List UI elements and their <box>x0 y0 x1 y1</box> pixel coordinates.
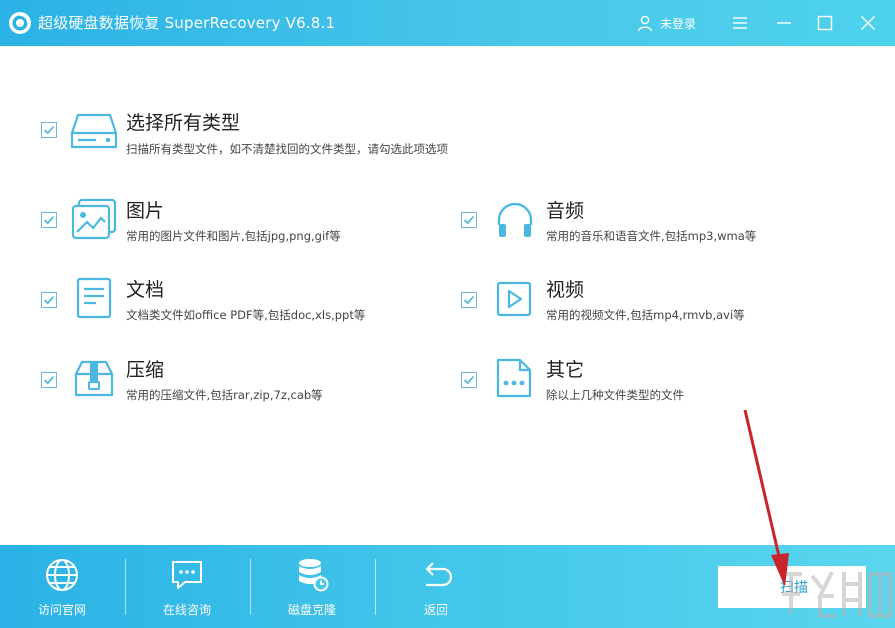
login-status-label: 未登录 <box>660 16 697 31</box>
archive-icon <box>74 360 114 397</box>
option-desc-other: 除以上几种文件类型的文件 <box>546 388 684 402</box>
online-consult-label: 在线咨询 <box>162 603 211 617</box>
toolbar-divider <box>250 559 251 615</box>
back-arrow-icon <box>425 562 453 587</box>
more-file-icon <box>496 358 532 398</box>
checkmark-icon <box>463 215 475 225</box>
visit-website-button[interactable]: 访问官网 <box>2 545 122 628</box>
image-icon <box>71 198 117 240</box>
login-button[interactable]: 未登录 <box>636 12 696 34</box>
option-title-other: 其它 <box>546 359 585 381</box>
app-logo-icon <box>9 12 31 34</box>
back-label: 返回 <box>423 603 448 617</box>
minimize-icon <box>777 22 791 24</box>
option-title-archive: 压缩 <box>126 359 165 381</box>
checkmark-icon <box>463 295 475 305</box>
disk-clone-label: 磁盘克隆 <box>287 603 336 617</box>
checkmark-icon <box>463 375 475 385</box>
minimize-button[interactable] <box>772 11 796 35</box>
checkbox-audio[interactable] <box>461 212 477 228</box>
database-icon <box>299 559 329 592</box>
hard-drive-icon <box>70 113 118 149</box>
menu-icon <box>733 17 747 29</box>
option-desc-video: 常用的视频文件,包括mp4,rmvb,avi等 <box>546 308 745 322</box>
option-desc-image: 常用的图片文件和图片,包括jpg,png,gif等 <box>126 229 341 243</box>
close-button[interactable] <box>856 11 880 35</box>
online-consult-button[interactable]: 在线咨询 <box>127 545 247 628</box>
user-icon <box>637 15 653 32</box>
maximize-button[interactable] <box>813 11 837 35</box>
toolbar-divider <box>125 559 126 615</box>
headphones-icon <box>497 202 533 237</box>
checkbox-all-types[interactable] <box>41 122 57 138</box>
scan-button[interactable]: 扫描 <box>718 566 866 608</box>
menu-button[interactable] <box>728 11 752 35</box>
checkbox-document[interactable] <box>41 292 57 308</box>
option-desc-audio: 常用的音乐和语音文件,包括mp3,wma等 <box>546 229 757 243</box>
checkbox-video[interactable] <box>461 292 477 308</box>
video-play-icon <box>496 281 532 317</box>
globe-icon <box>46 559 78 591</box>
option-desc-document: 文档类文件如office PDF等,包括doc,xls,ppt等 <box>126 308 366 322</box>
visit-website-label: 访问官网 <box>37 603 86 617</box>
checkbox-other[interactable] <box>461 372 477 388</box>
option-desc-all: 扫描所有类型文件，如不清楚找回的文件类型，请勾选此项选项 <box>126 142 448 156</box>
maximize-icon <box>817 15 833 31</box>
option-title-document: 文档 <box>126 279 165 301</box>
option-desc-archive: 常用的压缩文件,包括rar,zip,7z,cab等 <box>126 388 323 402</box>
option-title-all: 选择所有类型 <box>126 112 241 134</box>
option-title-audio: 音频 <box>546 200 585 222</box>
back-button[interactable]: 返回 <box>376 545 496 628</box>
checkmark-icon <box>43 215 55 225</box>
disk-clone-button[interactable]: 磁盘克隆 <box>252 545 372 628</box>
checkmark-icon <box>43 295 55 305</box>
option-title-image: 图片 <box>126 200 165 222</box>
chat-icon <box>172 561 202 589</box>
close-icon <box>861 16 875 30</box>
option-title-video: 视频 <box>546 279 585 301</box>
checkmark-icon <box>43 375 55 385</box>
document-icon <box>76 277 112 319</box>
checkbox-image[interactable] <box>41 212 57 228</box>
title-bar: 超级硬盘数据恢复 SuperRecovery V6.8.1 未登录 <box>0 0 895 46</box>
checkmark-icon <box>43 125 55 135</box>
checkbox-archive[interactable] <box>41 372 57 388</box>
app-title: 超级硬盘数据恢复 SuperRecovery V6.8.1 <box>38 14 336 32</box>
